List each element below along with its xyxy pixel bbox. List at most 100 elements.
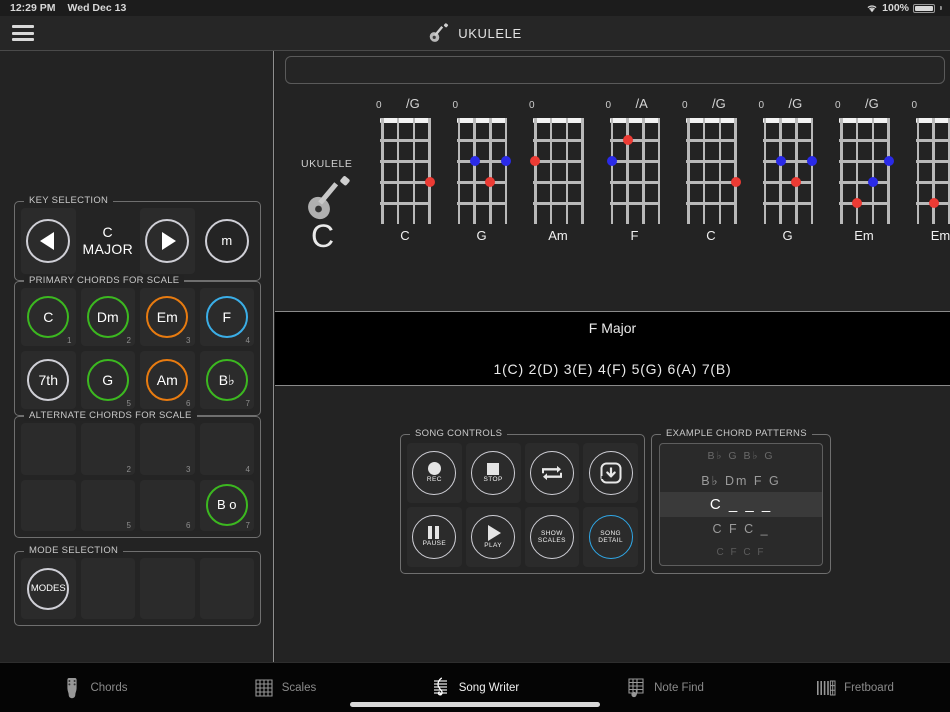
alternate-chord-cell-5[interactable] [21, 480, 76, 532]
song-control-cell-6[interactable]: PLAY [466, 507, 521, 567]
primary-chord-button-4[interactable]: F [206, 296, 248, 338]
battery-percent: 100% [882, 2, 909, 14]
primary-chord-button-8[interactable]: B♭ [206, 359, 248, 401]
key-prev-cell[interactable] [21, 208, 76, 274]
primary-chord-button-5[interactable]: 7th [27, 359, 69, 401]
key-prev-button[interactable] [26, 219, 70, 263]
chord-open-marker: 0 [759, 100, 765, 111]
tab-label: Scales [282, 682, 317, 694]
nut [457, 118, 507, 123]
mode-cell-1[interactable]: MODES [21, 558, 76, 619]
song-control-cell-4[interactable] [583, 443, 638, 503]
string-line-4 [428, 118, 431, 224]
chord-dot-2 [607, 156, 617, 166]
minor-toggle-cell[interactable]: m [200, 208, 255, 274]
song-control-cell-5[interactable]: PAUSE [407, 507, 462, 567]
key-display-cell: C MAJOR [81, 208, 136, 274]
tab-fretboard[interactable]: Fretboard [760, 663, 950, 712]
song-control-button-8[interactable]: SONGDETAIL [589, 515, 633, 559]
primary-chord-button-6[interactable]: G [87, 359, 129, 401]
primary-chord-button-2[interactable]: Dm [87, 296, 129, 338]
string-line-3 [489, 118, 492, 224]
mode-cell-4[interactable] [200, 558, 255, 619]
chord-patterns-list[interactable]: B♭ G B♭ GB♭ Dm F GC _ _ _C F C _C F C F [659, 443, 823, 566]
mode-cell-2[interactable] [81, 558, 136, 619]
song-control-cell-2[interactable]: STOP [466, 443, 521, 503]
alternate-chord-cell-1[interactable] [21, 423, 76, 475]
nut [380, 118, 430, 123]
chord-dot-1 [623, 135, 633, 145]
fret-line-1 [610, 139, 660, 142]
chord-dot-1 [470, 156, 480, 166]
chord-diagram-6[interactable]: 0/GG [757, 96, 829, 259]
alternate-chord-cell-8[interactable]: B o7 [200, 480, 255, 532]
key-next-cell[interactable] [140, 208, 195, 274]
primary-chord-cell-3[interactable]: Em3 [140, 288, 195, 346]
chord-pattern-row-3[interactable]: C _ _ _ [660, 492, 822, 516]
primary-chord-cell-2[interactable]: Dm2 [81, 288, 136, 346]
alternate-chord-cell-3[interactable]: 3 [140, 423, 195, 475]
mode-button-1[interactable]: MODES [27, 568, 69, 610]
song-control-cell-3[interactable] [525, 443, 580, 503]
key-next-button[interactable] [145, 219, 189, 263]
song-timeline-panel[interactable] [285, 56, 945, 84]
current-key: C MAJOR [83, 224, 134, 257]
primary-chord-button-3[interactable]: Em [146, 296, 188, 338]
primary-chord-cell-7[interactable]: Am6 [140, 351, 195, 409]
string-line-2 [779, 118, 782, 224]
chord-diagram-1[interactable]: 0/GC [374, 96, 446, 259]
fret-line-3 [610, 181, 660, 184]
chord-diagram-4[interactable]: 0/AF [604, 96, 676, 259]
song-control-cell-8[interactable]: SONGDETAIL [583, 507, 638, 567]
chord-diagram-5[interactable]: 0/GC [680, 96, 752, 259]
alternate-chord-cell-7[interactable]: 6 [140, 480, 195, 532]
song-control-button-5[interactable]: PAUSE [412, 515, 456, 559]
primary-chord-button-1[interactable]: C [27, 296, 69, 338]
song-control-button-6[interactable]: PLAY [471, 515, 515, 559]
instrument-key: C [311, 220, 334, 252]
string-line-3 [413, 118, 416, 224]
chord-diagram-3[interactable]: 0Am [527, 96, 599, 259]
alternate-chord-number-6: 5 [127, 521, 131, 530]
song-control-button-4[interactable] [589, 451, 633, 495]
chord-pattern-row-1[interactable]: B♭ G B♭ G [660, 444, 822, 468]
instrument-label: UKULELE [301, 158, 352, 170]
primary-chord-number-6: 5 [127, 399, 131, 408]
tab-label: Fretboard [844, 682, 894, 694]
alternate-chord-button-8[interactable]: B o [206, 484, 248, 526]
song-control-cell-7[interactable]: SHOWSCALES [525, 507, 580, 567]
primary-chord-cell-4[interactable]: F4 [200, 288, 255, 346]
chord-pattern-row-2[interactable]: B♭ Dm F G [660, 468, 822, 492]
primary-chord-button-7[interactable]: Am [146, 359, 188, 401]
hamburger-menu-icon[interactable] [12, 25, 34, 41]
song-control-cell-1[interactable]: REC [407, 443, 462, 503]
battery-full-icon [913, 4, 935, 13]
song-control-button-3[interactable] [530, 451, 574, 495]
primary-chord-number-1: 1 [67, 336, 71, 345]
mode-cell-3[interactable] [140, 558, 195, 619]
chord-pattern-row-5[interactable]: C F C F [660, 541, 822, 565]
alternate-chord-cell-4[interactable]: 4 [200, 423, 255, 475]
primary-chord-cell-6[interactable]: G5 [81, 351, 136, 409]
alternate-chord-cell-6[interactable]: 5 [81, 480, 136, 532]
primary-chord-cell-8[interactable]: B♭7 [200, 351, 255, 409]
fret-line-3 [533, 181, 583, 184]
primary-chord-cell-5[interactable]: 7th [21, 351, 76, 409]
chord-diagram-2[interactable]: 0G [451, 96, 523, 259]
tab-chords[interactable]: Chords [0, 663, 190, 712]
song-control-button-7[interactable]: SHOWSCALES [530, 515, 574, 559]
chord-name: Am [527, 228, 589, 243]
alternate-chord-cell-2[interactable]: 2 [81, 423, 136, 475]
chord-diagram-7[interactable]: 0/GEm [833, 96, 905, 259]
string-line-3 [872, 118, 875, 224]
song-control-button-2[interactable]: STOP [471, 451, 515, 495]
chord-pattern-row-4[interactable]: C F C _ [660, 517, 822, 541]
fretboard-bars-icon [816, 677, 836, 699]
fret-line-3 [839, 181, 889, 184]
song-control-label-7: SHOWSCALES [538, 530, 566, 545]
minor-toggle-button[interactable]: m [205, 219, 249, 263]
triangle-right-icon [162, 232, 176, 250]
primary-chord-cell-1[interactable]: C1 [21, 288, 76, 346]
song-control-button-1[interactable]: REC [412, 451, 456, 495]
chord-diagram-8[interactable]: 0Em [910, 96, 950, 259]
